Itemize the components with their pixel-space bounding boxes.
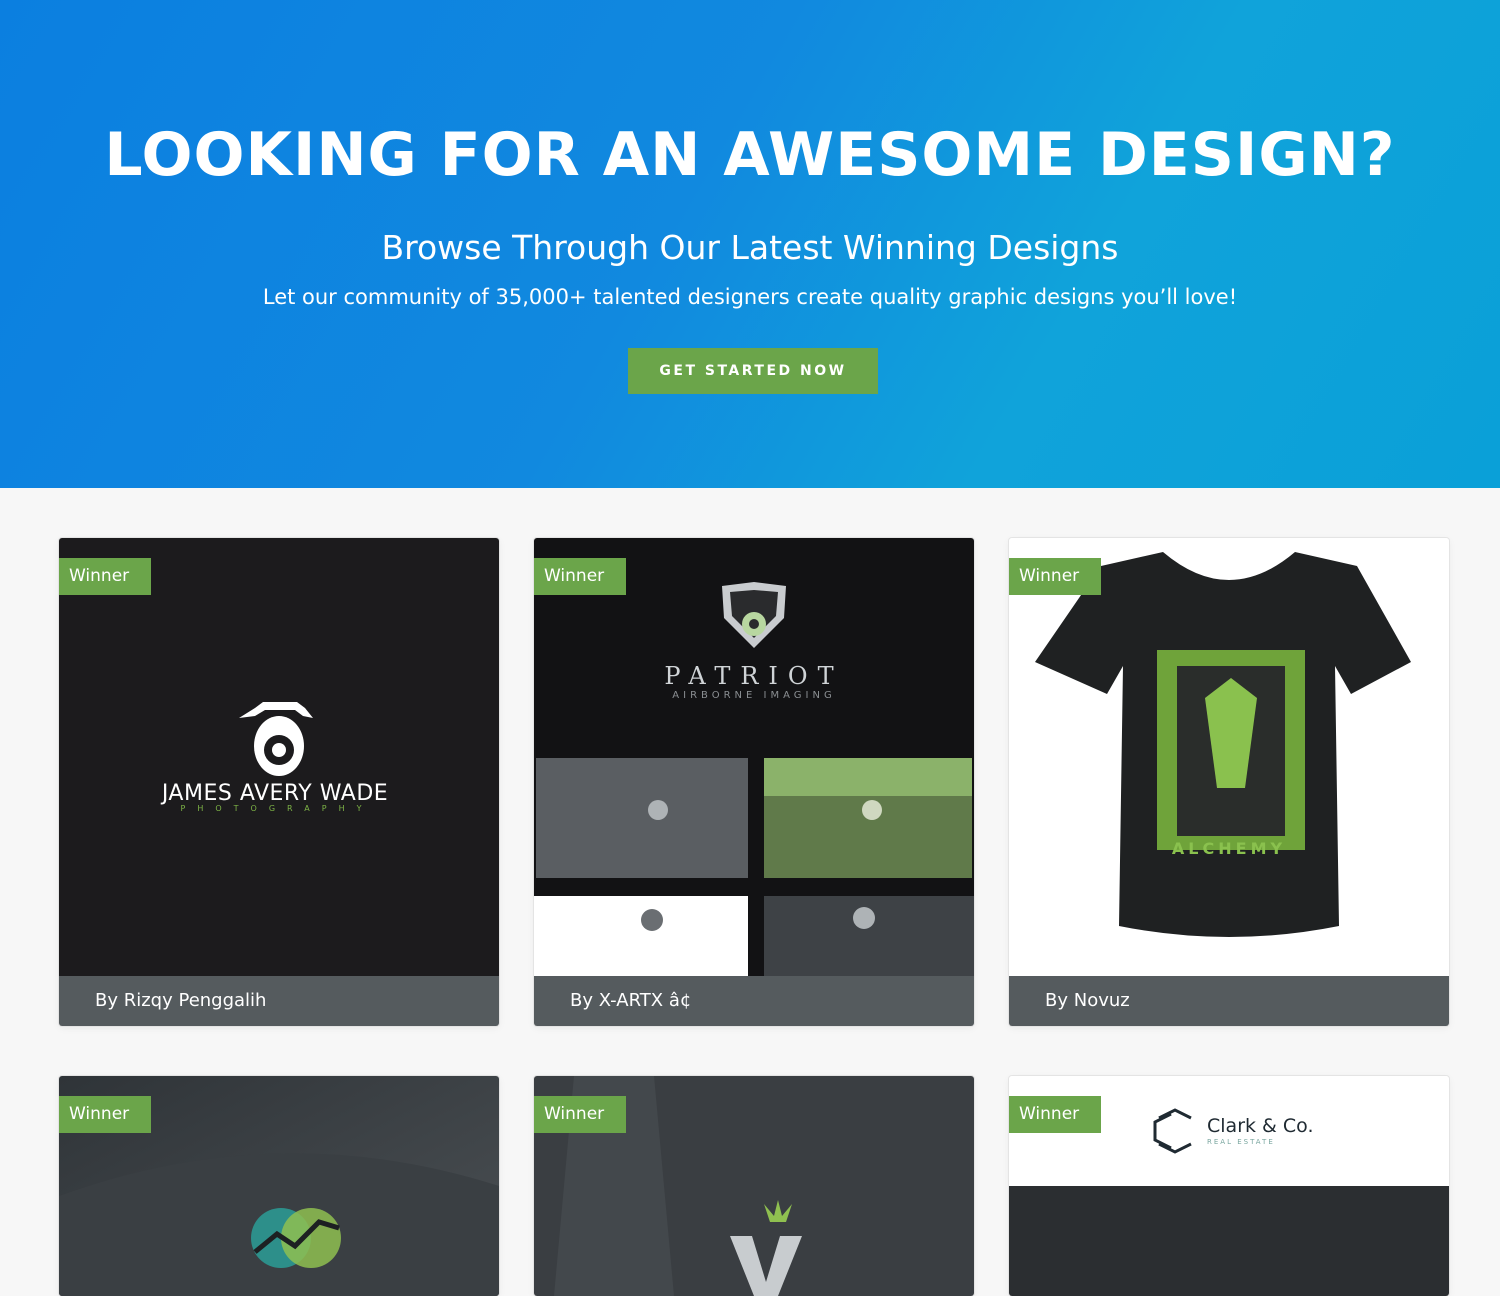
designer-credit[interactable]: By Rizqy Penggalih bbox=[59, 976, 499, 1026]
design-thumbnail: ALCHEMY bbox=[1009, 538, 1449, 976]
winner-badge: Winner bbox=[534, 1096, 627, 1141]
design-thumbnail: JAMES AVERY WADE PHOTOGRAPHY bbox=[59, 538, 499, 976]
winner-badge: Winner bbox=[1009, 1096, 1102, 1141]
design-card[interactable]: Winner ALCHEMY By Novuz bbox=[1009, 538, 1449, 1026]
design-card[interactable]: Winner JAMES AVERY WADE PHOTOGRAPHY By R… bbox=[59, 538, 499, 1026]
get-started-button[interactable]: GET STARTED NOW bbox=[628, 348, 878, 394]
design-card[interactable]: Winner PATRIOT AIRBORNE IMAGING By X-ART… bbox=[534, 538, 974, 1026]
logo-sub-text: REAL ESTATE bbox=[1207, 1138, 1275, 1146]
hero-banner: LOOKING FOR AN AWESOME DESIGN? Browse Th… bbox=[0, 0, 1500, 488]
winner-badge: Winner bbox=[59, 558, 152, 603]
hero-title: LOOKING FOR AN AWESOME DESIGN? bbox=[104, 120, 1396, 190]
logo-sub-text: ALCHEMY bbox=[1172, 839, 1286, 858]
hero-description: Let our community of 35,000+ talented de… bbox=[262, 285, 1238, 309]
design-card[interactable]: Winner bbox=[534, 1076, 974, 1296]
design-card[interactable]: Winner Clark & Co. REAL ESTATE bbox=[1009, 1076, 1449, 1296]
designer-credit[interactable]: By Novuz bbox=[1009, 976, 1449, 1026]
hero-subtitle: Browse Through Our Latest Winning Design… bbox=[381, 228, 1119, 267]
winner-badge: Winner bbox=[1009, 558, 1102, 603]
logo-sub-text: AIRBORNE IMAGING bbox=[672, 690, 835, 701]
chart-logo-icon bbox=[251, 1208, 341, 1268]
design-card[interactable]: Winner bbox=[59, 1076, 499, 1296]
logo-main-text: PATRIOT bbox=[664, 662, 843, 690]
logo-main-text: JAMES AVERY WADE bbox=[160, 781, 388, 806]
design-thumbnail: PATRIOT AIRBORNE IMAGING bbox=[534, 538, 974, 976]
logo-main-text: Clark & Co. bbox=[1207, 1115, 1314, 1137]
winner-badge: Winner bbox=[59, 1096, 152, 1141]
winner-badge: Winner bbox=[534, 558, 627, 603]
logo-sub-text: PHOTOGRAPHY bbox=[181, 804, 374, 813]
designer-credit[interactable]: By X-ARTX â¢ bbox=[534, 976, 974, 1026]
